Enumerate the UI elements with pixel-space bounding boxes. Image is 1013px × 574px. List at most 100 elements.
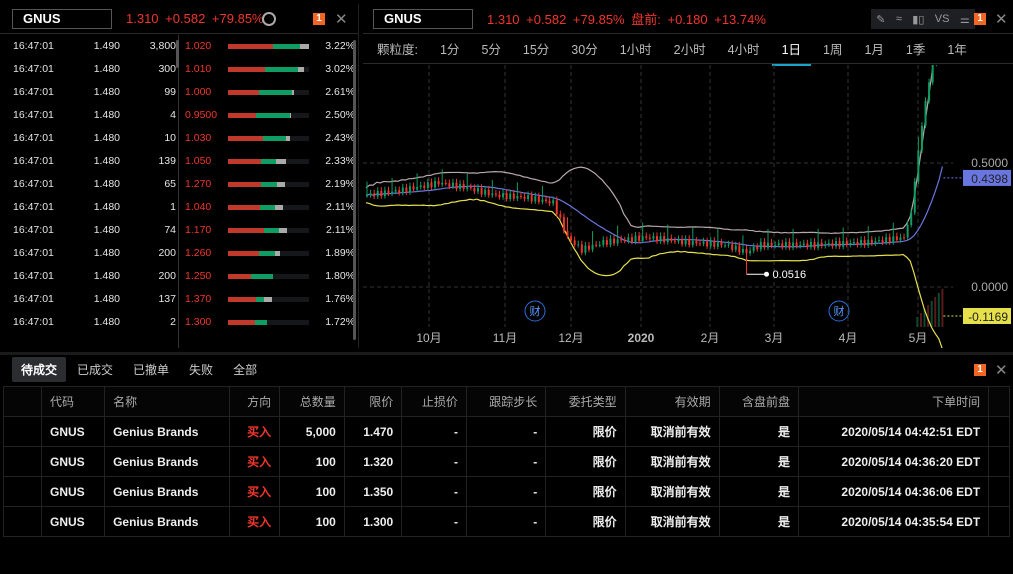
order-row[interactable]: GNUS Genius Brands 买入 100 1.350- - 限价 取消前有效是 202…	[3, 476, 1010, 507]
scrollbar[interactable]	[353, 40, 356, 340]
trade-row: 16:47:01 1.480 99	[0, 81, 178, 104]
column-header[interactable]: 有效期	[624, 386, 720, 417]
row-select[interactable]	[3, 446, 42, 477]
price-level-row: 1.300 1.72%	[180, 311, 355, 334]
column-header[interactable]: 跟踪步长	[465, 386, 547, 417]
candle-body	[444, 183, 447, 185]
volume-bar	[228, 297, 309, 302]
column-header[interactable]: 名称	[104, 386, 231, 417]
period-tab[interactable]: 1小时	[620, 39, 652, 58]
candle-body	[784, 241, 787, 248]
candle-body	[387, 190, 390, 194]
pencil-icon[interactable]: ✎	[876, 13, 885, 26]
candle-body	[745, 248, 748, 254]
candle-body	[749, 250, 752, 254]
period-tab[interactable]: 2小时	[674, 39, 706, 58]
order-tab[interactable]: 已成交	[68, 357, 122, 382]
candle-body	[638, 235, 641, 241]
price-level-row: 1.370 1.76%	[180, 288, 355, 311]
order-row[interactable]: GNUS Genius Brands 买入 100 1.320- - 限价 取消前有效是 202…	[3, 446, 1010, 477]
candle-body	[555, 200, 558, 215]
candle-type-icon[interactable]: ▮▯	[912, 13, 924, 26]
order-row[interactable]: GNUS Genius Brands 买入 5,000 1.470- - 限价 取消前有效是 2…	[3, 416, 1010, 447]
volume-bar-segment	[262, 136, 286, 141]
order-cell: -	[465, 416, 547, 447]
column-header[interactable]: 止损价	[401, 386, 467, 417]
order-tab[interactable]: 失败	[180, 357, 222, 382]
volume-bar	[934, 297, 937, 327]
level-percent: 2.19%	[325, 178, 355, 190]
candle-body	[502, 193, 505, 198]
trade-size: 139	[158, 155, 176, 167]
compare-button[interactable]: VS	[935, 13, 950, 25]
candle-body	[627, 237, 630, 241]
volume-bar-segment	[228, 90, 259, 95]
period-tab[interactable]: 1季	[906, 39, 925, 58]
level-percent: 1.80%	[325, 270, 355, 282]
candle-body	[910, 212, 913, 225]
premarket-change: +0.180	[667, 12, 708, 27]
candlestick-chart[interactable]: 1.50000.50000.000010月11月12月20202月3月4月5月1…	[363, 65, 1013, 348]
column-header[interactable]: 方向	[229, 386, 281, 417]
order-row[interactable]: GNUS Genius Brands 买入 100 1.300- - 限价 取消前有效是 202…	[3, 506, 1010, 537]
candle-body	[559, 214, 562, 218]
indicator-icon[interactable]: ≈	[896, 13, 902, 25]
premarket-pct: +13.74%	[714, 12, 766, 27]
order-tab[interactable]: 全部	[224, 357, 266, 382]
order-cell: 100	[279, 506, 345, 537]
period-tab[interactable]: 1日	[771, 31, 812, 66]
trade-size: 200	[158, 270, 176, 282]
period-tab[interactable]: 30分	[571, 39, 597, 58]
close-icon[interactable]: ✕	[995, 361, 1008, 379]
candle-body	[383, 190, 386, 197]
candle-body	[494, 193, 497, 195]
trade-size: 2	[170, 316, 176, 328]
trade-row: 16:47:01 1.480 65	[0, 173, 178, 196]
period-tab[interactable]: 15分	[523, 39, 549, 58]
row-select[interactable]	[3, 506, 42, 537]
trade-size: 200	[158, 247, 176, 259]
clock-icon[interactable]	[262, 12, 276, 26]
scrollbar[interactable]	[176, 40, 179, 68]
volume-bar-segment	[260, 205, 275, 210]
candle-body	[888, 237, 891, 243]
volume-bar	[228, 136, 309, 141]
order-tab[interactable]: 待成交	[12, 356, 67, 382]
symbol-input[interactable]: GNUS	[12, 8, 112, 29]
column-header[interactable]: 总数量	[279, 386, 345, 417]
close-icon[interactable]: ✕	[335, 10, 348, 28]
row-select[interactable]	[3, 476, 42, 507]
period-tab[interactable]: 1年	[947, 39, 966, 58]
candle-body	[831, 243, 834, 247]
column-header[interactable]: 下单时间	[798, 386, 990, 417]
period-tab[interactable]: 4小时	[728, 39, 760, 58]
candle-body	[580, 244, 583, 253]
column-header[interactable]: 代码	[40, 386, 106, 417]
volume-bar-segment	[228, 320, 255, 325]
column-header[interactable]: 委托类型	[545, 386, 626, 417]
settings-icon[interactable]: ⚌	[960, 13, 970, 26]
trade-time: 16:47:01	[13, 178, 54, 190]
column-header[interactable]: 含盘前盘	[718, 386, 800, 417]
candle-body	[652, 236, 655, 239]
candle-body	[752, 246, 755, 251]
candle-body	[928, 82, 931, 101]
column-header[interactable]: 限价	[343, 386, 403, 417]
candle-body	[448, 183, 451, 187]
order-tab[interactable]: 已撤单	[124, 357, 178, 382]
link-group-badge[interactable]: 1	[974, 364, 986, 376]
symbol-input[interactable]: GNUS	[373, 8, 473, 29]
candle-body	[706, 241, 709, 247]
volume-bar	[941, 289, 944, 327]
row-select[interactable]	[3, 416, 42, 447]
link-group-badge[interactable]: 1	[974, 13, 986, 25]
period-tab[interactable]: 1分	[440, 39, 459, 58]
volume-bar-segment	[254, 320, 267, 325]
period-tab[interactable]: 1月	[864, 39, 883, 58]
trade-size: 4	[170, 109, 176, 121]
candle-body	[759, 241, 762, 250]
period-tab[interactable]: 5分	[481, 39, 500, 58]
link-group-badge[interactable]: 1	[313, 13, 325, 25]
period-tab[interactable]: 1周	[823, 39, 842, 58]
close-icon[interactable]: ✕	[995, 10, 1008, 28]
